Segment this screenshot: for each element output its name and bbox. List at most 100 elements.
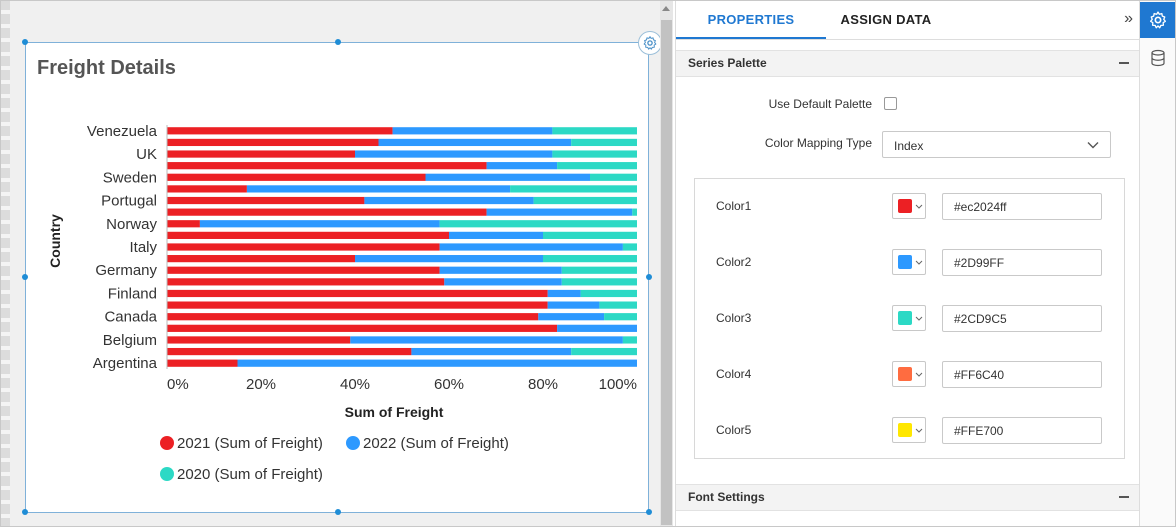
y-tick-label: Sweden (103, 169, 157, 186)
use-default-palette-checkbox[interactable] (884, 97, 897, 110)
bar-segment (167, 173, 426, 181)
bar-segment (543, 255, 637, 263)
bar-segment (552, 127, 637, 135)
y-tick-label: Norway (106, 216, 157, 233)
color-mapping-type-label: Color Mapping Type (764, 136, 872, 150)
bar-segment (167, 313, 539, 321)
collapse-panel-button[interactable]: » (1124, 10, 1133, 28)
color-hex-input[interactable] (942, 361, 1102, 388)
x-tick-label: 0% (167, 376, 189, 393)
bar-chart: Argentina Belgium Canada Finland Germany Ital… (47, 123, 637, 483)
palette-colors-box: Color1 Color2 Color3 Color4 (694, 178, 1125, 459)
color-swatch (898, 255, 912, 269)
tab-properties[interactable]: PROPERTIES (676, 0, 826, 39)
bar-segment (632, 208, 637, 216)
color-swatch (898, 199, 912, 213)
bar-segment (167, 220, 200, 228)
bar-segment (167, 324, 558, 332)
color-hex-input[interactable] (942, 305, 1102, 332)
collapse-minus-icon[interactable] (1119, 62, 1129, 64)
color-hex-input[interactable] (942, 417, 1102, 444)
scroll-up-icon[interactable] (662, 6, 670, 11)
color-hex-input[interactable] (942, 193, 1102, 220)
bar-segment (167, 301, 548, 309)
bar-segment (449, 231, 543, 239)
bar-segment (167, 138, 379, 147)
color-picker-button[interactable] (892, 361, 926, 387)
collapse-minus-icon[interactable] (1119, 496, 1129, 498)
y-tick-label: Belgium (103, 332, 157, 349)
y-tick-label: Argentina (93, 355, 158, 372)
color-mapping-type-select[interactable]: Index (882, 131, 1111, 158)
font-settings-title: Font Settings (688, 490, 765, 504)
x-tick-label: 60% (434, 376, 464, 393)
bar-segment (538, 313, 605, 321)
bar-segment (604, 313, 637, 321)
color-hex-input[interactable] (942, 249, 1102, 276)
bar-segment (552, 150, 637, 158)
resize-handle-mr[interactable] (646, 274, 652, 280)
bar-segment (237, 359, 637, 367)
color-name: Color2 (716, 255, 752, 269)
resize-handle-bl[interactable] (22, 509, 28, 515)
bar-segment (599, 301, 637, 309)
bar-segment (167, 255, 355, 263)
color-picker-button[interactable] (892, 305, 926, 331)
bar-segment (167, 185, 247, 193)
y-tick-label: Germany (95, 262, 157, 279)
bar-segment (167, 278, 445, 286)
bar-segment (561, 278, 637, 286)
canvas-scrollbar[interactable] (660, 0, 673, 527)
resize-handle-tc[interactable] (335, 39, 341, 45)
chart-widget[interactable]: Freight Details Argentina Belgium Canada Fi… (22, 31, 660, 515)
color-picker-button[interactable] (892, 193, 926, 219)
bar-segment (547, 289, 581, 298)
chevron-down-icon (915, 372, 923, 377)
color-picker-button[interactable] (892, 417, 926, 443)
bar-segment (571, 347, 637, 356)
bar-segment (167, 231, 449, 239)
bar-segment (580, 289, 637, 298)
chevron-down-icon (915, 428, 923, 433)
color-swatch (898, 423, 912, 437)
bar-segment (533, 196, 637, 205)
rail-properties-button[interactable] (1140, 2, 1176, 38)
series-palette-header[interactable]: Series Palette (676, 50, 1139, 77)
legend-label: 2021 (Sum of Freight) (177, 435, 323, 452)
color-name: Color3 (716, 311, 752, 325)
series-palette-title: Series Palette (688, 56, 767, 70)
canvas-ruler (0, 0, 10, 527)
bar-segment (439, 266, 562, 274)
color-picker-button[interactable] (892, 249, 926, 275)
resize-handle-br[interactable] (646, 509, 652, 515)
color-swatch (898, 367, 912, 381)
bar-segment (510, 185, 637, 193)
panel-tabs: PROPERTIES ASSIGN DATA » (676, 0, 1139, 40)
side-rail (1139, 0, 1176, 527)
bar-segment (167, 208, 487, 216)
resize-handle-tl[interactable] (22, 39, 28, 45)
bar-segment (167, 336, 351, 344)
scrollbar-thumb[interactable] (661, 20, 672, 525)
database-icon (1151, 49, 1165, 67)
x-tick-label: 20% (246, 376, 276, 393)
bar-segment (355, 255, 543, 263)
resize-handle-ml[interactable] (22, 274, 28, 280)
properties-panel: PROPERTIES ASSIGN DATA » Series Palette … (675, 0, 1139, 527)
bar-segment (167, 266, 440, 274)
tab-assign-data[interactable]: ASSIGN DATA (826, 0, 946, 39)
bar-segment (350, 336, 623, 344)
color-mapping-type-value: Index (894, 139, 924, 153)
x-tick-label: 80% (528, 376, 558, 393)
legend-label: 2020 (Sum of Freight) (177, 466, 323, 483)
resize-handle-bc[interactable] (335, 509, 341, 515)
y-tick-label: Italy (129, 239, 157, 256)
y-tick-label: Portugal (101, 193, 157, 210)
rail-data-button[interactable] (1140, 40, 1176, 76)
y-tick-label: Canada (104, 309, 157, 326)
widget-settings-button[interactable] (638, 31, 660, 55)
font-settings-header[interactable]: Font Settings (676, 484, 1139, 511)
bar-segment (439, 220, 637, 228)
x-axis-title: Sum of Freight (345, 404, 444, 420)
color-name: Color4 (716, 367, 752, 381)
